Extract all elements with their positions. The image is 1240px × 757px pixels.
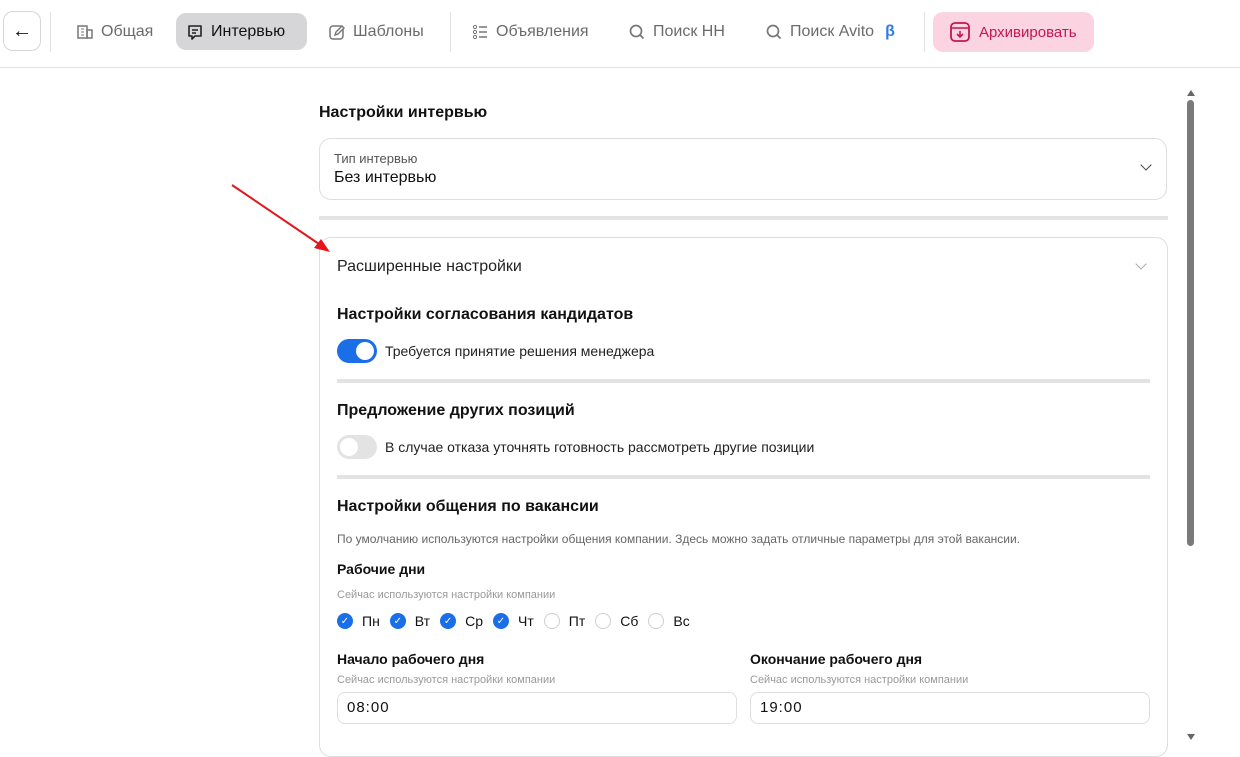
annotation-arrow bbox=[231, 184, 330, 252]
